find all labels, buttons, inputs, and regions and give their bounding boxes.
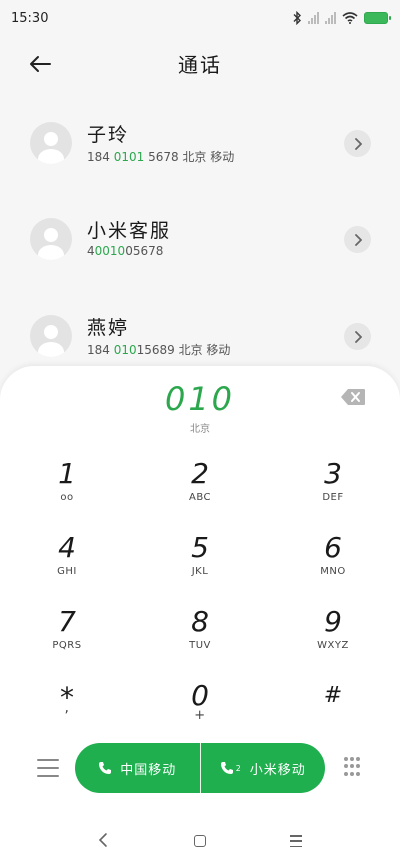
page-title: 通话 [178,52,222,77]
call-buttons: 中国移动 2 小米移动 [75,743,325,793]
contact-name: 小米客服 [87,220,172,242]
list-item[interactable]: 子玲 184 0101 5678 北京 移动 [0,95,400,191]
key-6[interactable]: 6 MNO [283,532,383,592]
bluetooth-icon [293,11,301,25]
chevron-right-icon [354,137,362,150]
phone-icon [99,762,112,774]
status-bar: 15:30 [0,0,400,36]
contact-number: 184 01015689 北京 移动 [87,343,231,357]
contact-detail-button[interactable] [344,226,371,253]
contact-number: 4001005678 [87,244,164,258]
back-button[interactable] [26,50,54,78]
list-item[interactable]: 小米客服 4001005678 [0,191,400,287]
dialed-number-location: 北京 [190,424,210,435]
contact-number: 184 0101 5678 北京 移动 [87,150,235,164]
phone-icon [220,762,233,774]
contact-name: 燕婷 [87,317,130,339]
menu-button[interactable] [37,759,59,777]
nav-menu-icon[interactable] [290,835,302,847]
header: 通话 [0,40,400,86]
contact-detail-button[interactable] [344,323,371,350]
wifi-icon [342,12,358,24]
sim2-tag: 2 [235,763,242,773]
voicemail-icon: ᴏᴏ [60,492,74,503]
avatar [30,315,72,357]
key-0[interactable]: 0 + [150,680,250,740]
status-time: 15:30 [11,10,49,26]
key-9[interactable]: 9 WXYZ [283,606,383,666]
signal-icon [325,12,336,24]
avatar [30,122,72,164]
key-7[interactable]: 7 PQRS [17,606,117,666]
key-4[interactable]: 4 GHI [17,532,117,592]
contact-name: 子玲 [87,124,130,146]
signal-icon [308,12,319,24]
nav-home-icon[interactable] [194,835,206,847]
keypad-toggle-button[interactable] [344,757,362,777]
key-hash[interactable]: # [283,680,383,740]
call-sim2-button[interactable]: 2 小米移动 [199,743,326,793]
battery-icon [364,12,391,24]
backspace-button[interactable] [340,388,366,408]
key-3[interactable]: 3 DEF [283,458,383,518]
nav-back-icon[interactable] [98,832,108,848]
status-icons [292,11,391,25]
arrow-left-icon [30,56,51,72]
call-sim1-label: 中国移动 [120,762,177,778]
chevron-right-icon [354,233,362,246]
key-star[interactable]: * , [17,682,117,742]
contact-detail-button[interactable] [344,130,371,157]
call-sim1-button[interactable]: 中国移动 [75,743,200,793]
key-1[interactable]: 1 ᴏᴏ [17,458,117,518]
system-nav-bar [0,826,400,856]
key-8[interactable]: 8 TUV [150,606,250,666]
key-2[interactable]: 2 ABC [150,458,250,518]
key-5[interactable]: 5 JKL [150,532,250,592]
avatar [30,218,72,260]
backspace-icon [341,389,365,405]
chevron-right-icon [354,330,362,343]
call-sim2-label: 小米移动 [249,762,306,778]
